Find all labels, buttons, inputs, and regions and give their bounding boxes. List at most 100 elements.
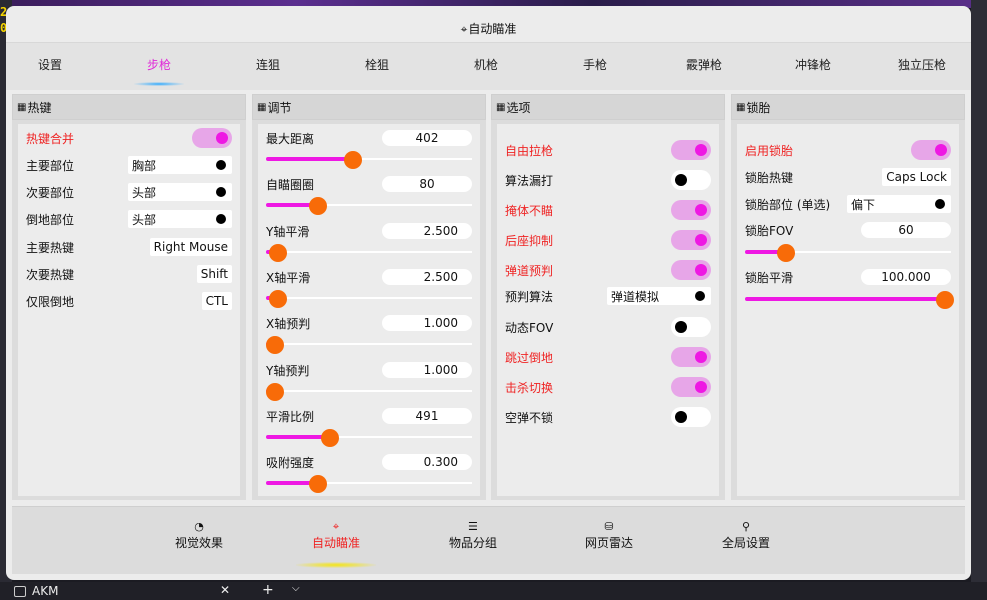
- primary-key-input[interactable]: Right Mouse: [149, 238, 232, 256]
- nav-aimbot[interactable]: ⌖ 自动瞄准: [312, 519, 360, 551]
- tuning-row: 平滑比例 491: [266, 406, 472, 426]
- tuning-slider[interactable]: [266, 334, 472, 354]
- tuning-slider[interactable]: [266, 149, 472, 169]
- slider-thumb[interactable]: [320, 429, 339, 447]
- tuning-row: Y轴平滑 2.500: [266, 221, 472, 241]
- tuning-slider[interactable]: [266, 242, 472, 262]
- tuning-slider[interactable]: [266, 195, 472, 215]
- taskbar-tab[interactable]: AKM: [14, 584, 58, 598]
- tuning-slider[interactable]: [266, 288, 472, 308]
- slider-fill: [745, 297, 951, 301]
- nav-item-groups[interactable]: ☰ 物品分组: [449, 519, 497, 551]
- slider-thumb[interactable]: [343, 151, 362, 169]
- slider-thumb[interactable]: [308, 475, 327, 493]
- dot-icon: [216, 214, 226, 224]
- kill-switch-toggle[interactable]: [671, 377, 711, 397]
- plus-icon[interactable]: +: [262, 582, 274, 598]
- tuning-slider[interactable]: [266, 427, 472, 447]
- lock-part-select[interactable]: 偏下: [847, 195, 951, 213]
- slider-thumb[interactable]: [936, 291, 954, 309]
- downed-only-input[interactable]: CTL: [201, 292, 232, 310]
- dynamic-fov-toggle[interactable]: [671, 317, 711, 337]
- algo-miss-toggle[interactable]: [671, 170, 711, 190]
- panel-title: 调节: [267, 100, 292, 115]
- panel-header: ▦ 热键: [12, 94, 246, 120]
- terminal-icon: [14, 585, 26, 597]
- merge-hotkeys-toggle[interactable]: [192, 128, 232, 148]
- lock-fov-value[interactable]: 60: [861, 222, 951, 238]
- slider-thumb[interactable]: [266, 336, 284, 354]
- secondary-key-input[interactable]: Shift: [196, 265, 232, 283]
- tab-lmg[interactable]: 机枪: [474, 56, 498, 73]
- lock-enable-toggle[interactable]: [911, 140, 951, 160]
- tuning-value-input[interactable]: 2.500: [382, 269, 472, 285]
- tuning-value-input[interactable]: 1.000: [382, 315, 472, 331]
- hotkeys-panel: ▦ 热键 热键合并 主要部位 胸部 次要部位 头部 倒地部位 头部 主要热键 Ri…: [12, 94, 246, 500]
- nav-label: 自动瞄准: [311, 536, 361, 550]
- free-pull-toggle[interactable]: [671, 140, 711, 160]
- tab-rifle[interactable]: 步枪: [147, 56, 171, 73]
- lock-fov-row: 锁胎FOV 60: [745, 220, 951, 240]
- slider-track: [266, 390, 472, 392]
- downed-part-select[interactable]: 头部: [128, 210, 232, 228]
- downed-only-row: 仅限倒地 CTL: [26, 291, 232, 311]
- weapon-tabs: 设置 步枪 连狙 栓狙 机枪 手枪 霰弹枪 冲锋枪 独立压枪: [6, 42, 971, 90]
- chevron-down-icon[interactable]: ⌵: [292, 583, 300, 594]
- skip-downed-toggle[interactable]: [671, 347, 711, 367]
- desktop-right-strip: [971, 0, 987, 600]
- tuning-slider[interactable]: [266, 381, 472, 401]
- nav-global-settings[interactable]: ⚲ 全局设置: [722, 519, 770, 551]
- toggle-knob: [675, 174, 687, 186]
- tuning-row: 最大距离 402: [266, 128, 472, 148]
- free-pull-row: 自由拉枪: [505, 140, 711, 160]
- bottom-nav: ◔ 视觉效果 ⌖ 自动瞄准 ☰ 物品分组 ⛁ 网页雷达 ⚲ 全局设置: [12, 506, 965, 574]
- merge-hotkeys-label: 热键合并: [26, 131, 75, 146]
- bullet-predict-toggle[interactable]: [671, 260, 711, 280]
- list-icon: ☰: [468, 520, 478, 533]
- tab-dmr[interactable]: 连狙: [256, 56, 280, 73]
- nav-visual-effects[interactable]: ◔ 视觉效果: [175, 519, 223, 551]
- taskbar-tab-label: AKM: [32, 584, 59, 598]
- tab-smg[interactable]: 冲锋枪: [795, 56, 831, 73]
- tab-settings[interactable]: 设置: [38, 56, 62, 73]
- tuning-value-input[interactable]: 80: [382, 176, 472, 192]
- downed-part-row: 倒地部位 头部: [26, 209, 232, 229]
- select-value: 头部: [132, 212, 157, 227]
- tuning-value-input[interactable]: 0.300: [382, 454, 472, 470]
- slider-thumb[interactable]: [266, 383, 284, 401]
- slider-thumb[interactable]: [777, 244, 796, 262]
- slider-thumb[interactable]: [269, 290, 288, 308]
- tab-pistol[interactable]: 手枪: [583, 56, 607, 73]
- panel-body: 自由拉枪 算法漏打 掩体不瞄 后座抑制 弹道预判 预判算法 弹道模拟 动态FOV…: [497, 124, 719, 496]
- tuning-value-input[interactable]: 491: [382, 408, 472, 424]
- tuning-slider[interactable]: [266, 473, 472, 493]
- panel-icon: ▦: [496, 101, 506, 113]
- select-value: 弹道模拟: [611, 289, 660, 304]
- kill-switch-label: 击杀切换: [505, 380, 554, 395]
- slider-thumb[interactable]: [269, 244, 288, 262]
- recoil-toggle[interactable]: [671, 230, 711, 250]
- tab-recoil-control[interactable]: 独立压枪: [898, 56, 946, 73]
- slider-thumb[interactable]: [308, 197, 327, 215]
- lock-hotkey-input[interactable]: Caps Lock: [882, 168, 951, 186]
- panel-body: 最大距离 402 自瞄圈圈 80 Y轴平滑 2.500 X轴平滑 2.500 X轴预判 1.000…: [258, 124, 480, 496]
- empty-no-lock-toggle[interactable]: [671, 407, 711, 427]
- lock-smooth-slider[interactable]: [745, 289, 954, 309]
- secondary-part-select[interactable]: 头部: [128, 183, 232, 201]
- tuning-value-input[interactable]: 2.500: [382, 223, 472, 239]
- close-icon[interactable]: ✕: [220, 583, 230, 597]
- tab-sniper[interactable]: 栓狙: [365, 56, 389, 73]
- predict-algo-select[interactable]: 弹道模拟: [607, 287, 711, 305]
- lock-smooth-value[interactable]: 100.000: [861, 269, 951, 285]
- nav-label: 全局设置: [721, 536, 771, 550]
- tuning-value-input[interactable]: 1.000: [382, 362, 472, 378]
- primary-part-select[interactable]: 胸部: [128, 156, 232, 174]
- lock-fov-slider[interactable]: [745, 242, 951, 262]
- tuning-value-input[interactable]: 402: [382, 130, 472, 146]
- algo-miss-label: 算法漏打: [505, 173, 554, 188]
- toggle-knob: [695, 351, 707, 363]
- tuning-label: Y轴预判: [266, 363, 310, 378]
- cover-no-aim-toggle[interactable]: [671, 200, 711, 220]
- tab-shotgun[interactable]: 霰弹枪: [686, 56, 722, 73]
- nav-web-radar[interactable]: ⛁ 网页雷达: [585, 519, 633, 551]
